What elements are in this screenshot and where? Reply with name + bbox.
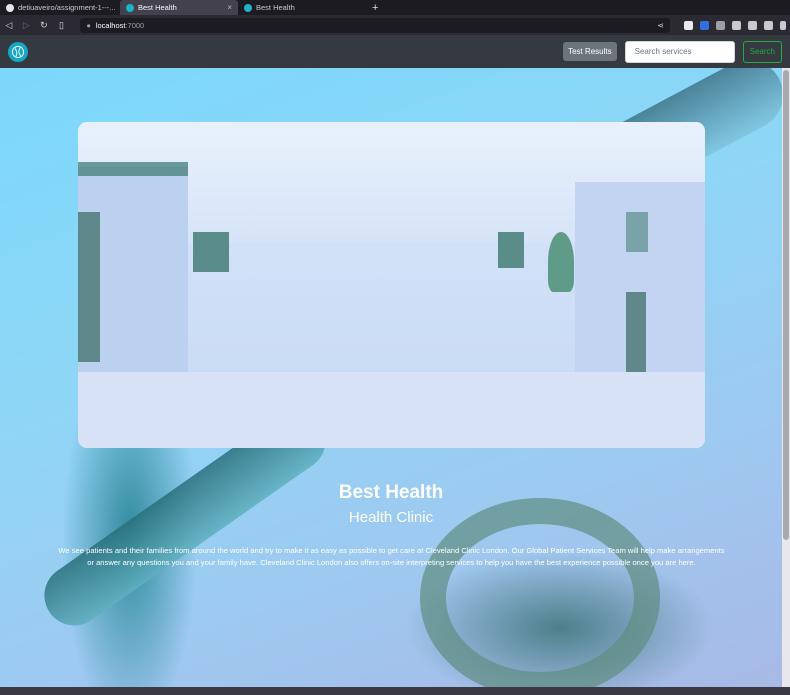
new-tab-icon[interactable]: +	[366, 2, 384, 14]
extensions	[683, 20, 786, 30]
playlist-icon[interactable]	[747, 20, 757, 30]
browser-toolbar: ◁ ▷ ↻ ▯ ● localhost:7000 ⋖	[0, 15, 790, 35]
tab-label: detiuaveiro/assignment-1---...	[18, 3, 116, 12]
image-left-panel	[193, 232, 229, 272]
site-navbar: Test Results Search	[0, 35, 790, 68]
image-floor	[78, 372, 705, 448]
tab-best-health[interactable]: Best Health	[238, 0, 366, 15]
url-host: localhost:7000	[95, 20, 145, 30]
site-info-icon[interactable]: ●	[86, 21, 91, 30]
browser-bottom-edge	[0, 687, 790, 695]
forward-icon[interactable]: ▷	[22, 20, 32, 31]
clinic-hallway-image	[78, 122, 705, 448]
image-left-column	[78, 212, 100, 362]
stethoscope-bell-decoration	[420, 498, 660, 687]
url-port: :7000	[125, 20, 145, 30]
url-bar[interactable]: ● localhost:7000 ⋖	[80, 17, 670, 33]
tab-best-health-active[interactable]: Best Health ×	[120, 0, 238, 15]
extension-blue-icon[interactable]	[699, 20, 709, 30]
puzzle-icon[interactable]	[731, 20, 741, 30]
image-right-poster	[626, 212, 648, 252]
test-results-button[interactable]: Test Results	[563, 42, 617, 61]
share-icon[interactable]: ⋖	[657, 21, 664, 30]
hero-subtitle: Health Clinic	[348, 509, 434, 526]
image-door	[626, 292, 646, 372]
reload-icon[interactable]: ↻	[39, 20, 49, 31]
tab-github[interactable]: detiuaveiro/assignment-1---... ×	[0, 0, 120, 15]
best-health-logo-icon[interactable]	[8, 41, 28, 62]
bookmark-icon[interactable]: ▯	[57, 20, 67, 31]
tab-label: Best Health	[138, 3, 177, 12]
best-health-favicon-icon	[126, 3, 134, 12]
hero-section: Best Health Health Clinic We see patient…	[0, 68, 782, 687]
github-icon	[6, 3, 14, 12]
close-icon[interactable]: ×	[227, 3, 232, 12]
image-right-panel	[498, 232, 524, 268]
menu-icon[interactable]	[779, 20, 786, 30]
image-plant	[548, 232, 574, 292]
page-scrollbar[interactable]	[782, 68, 790, 687]
hero-description: We see patients and their families from …	[58, 546, 725, 567]
search-button[interactable]: Search	[742, 40, 782, 63]
search-services-input[interactable]	[624, 40, 735, 63]
logo-glyph-icon	[11, 45, 25, 58]
tab-label: Best Health	[256, 3, 295, 12]
hero-title: Best Health	[338, 482, 444, 503]
shield-icon[interactable]	[683, 20, 693, 30]
sidebar-icon[interactable]	[763, 20, 773, 30]
browser-tab-bar: detiuaveiro/assignment-1---... × Best He…	[0, 0, 790, 15]
navbar-actions: Test Results Search	[563, 40, 782, 63]
best-health-favicon-icon	[244, 3, 252, 12]
image-ceiling-strip	[78, 162, 188, 176]
back-icon[interactable]: ◁	[4, 20, 14, 31]
scrollbar-thumb[interactable]	[783, 70, 789, 540]
extension-mask-icon[interactable]	[715, 20, 725, 30]
